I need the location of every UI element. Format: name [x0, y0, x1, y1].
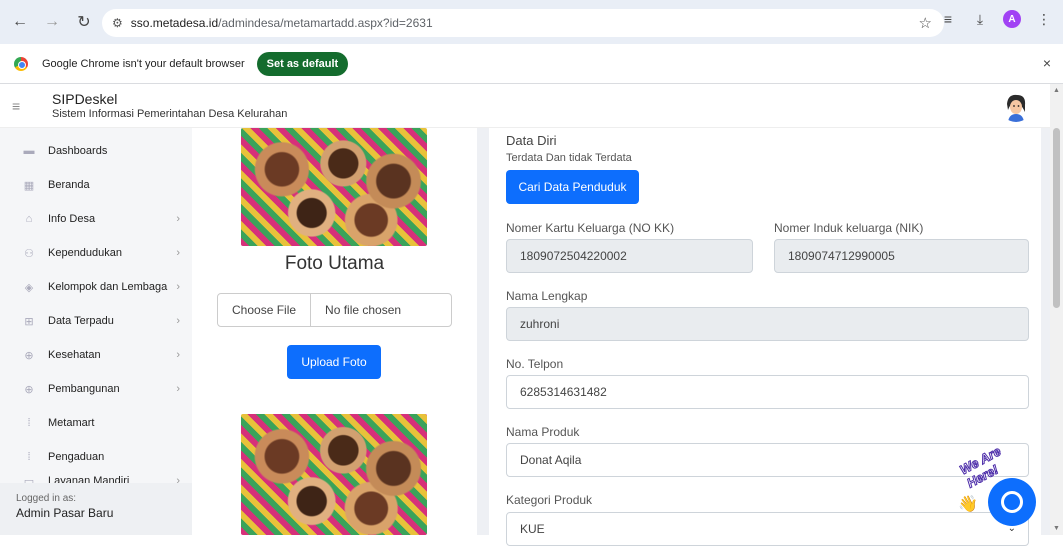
sidebar-item-kesehatan[interactable]: ⊕ Kesehatan ›	[0, 338, 192, 372]
back-icon[interactable]: ←	[8, 10, 32, 34]
logged-in-label: Logged in as:	[16, 493, 77, 504]
profile-avatar[interactable]: A	[1003, 10, 1021, 28]
nik-label: Nomer Induk keluarga (NIK)	[774, 221, 924, 235]
waving-hand-icon: 👋	[958, 496, 978, 513]
search-resident-button[interactable]: Cari Data Penduduk	[506, 170, 639, 204]
people-icon: ⚇	[24, 247, 34, 260]
main-photo-title: Foto Utama	[284, 253, 385, 274]
app-name: SIPDeskel	[52, 90, 118, 107]
dashboard-icon: ▬	[23, 145, 35, 157]
sidebar: ▬ Dashboards ▦ Beranda ⌂ Info Desa › ⚇ K…	[0, 128, 192, 535]
sidebar-item-label: Dashboards	[48, 145, 108, 157]
sidebar-item-data-terpadu[interactable]: ⊞ Data Terpadu ›	[0, 304, 192, 338]
globe-icon: ⊕	[24, 349, 34, 362]
scroll-up-arrow-icon[interactable]: ▲	[1053, 87, 1060, 94]
upload-photo-button[interactable]: Upload Foto	[287, 345, 381, 379]
sidebar-item-kependudukan[interactable]: ⚇ Kependudukan ›	[0, 236, 192, 270]
nama-produk-field[interactable]: Donat Aqila	[506, 443, 1029, 477]
form-card: Data Diri Terdata Dan tidak Terdata Cari…	[489, 128, 1041, 546]
nama-lengkap-label: Nama Lengkap	[506, 289, 588, 303]
site-settings-icon[interactable]: ⚙	[112, 16, 123, 30]
section-subtitle: Terdata Dan tidak Terdata	[506, 152, 632, 164]
chevron-right-icon: ›	[176, 315, 180, 327]
chevron-right-icon: ›	[176, 349, 180, 361]
secondary-photo-image	[241, 414, 427, 535]
nama-produk-label: Nama Produk	[506, 425, 580, 439]
sidebar-item-info-desa[interactable]: ⌂ Info Desa ›	[0, 202, 192, 236]
no-telpon-field[interactable]: 6285314631482	[506, 375, 1029, 409]
sidebar-item-label: Kependudukan	[48, 247, 123, 259]
set-as-default-button[interactable]: Set as default	[256, 51, 349, 76]
chat-bubble-icon	[1001, 491, 1023, 513]
forward-icon[interactable]: →	[40, 10, 64, 34]
page-scrollbar[interactable]: ▲ ▼	[1050, 84, 1063, 535]
default-browser-infobar: Google Chrome isn't your default browser…	[0, 44, 1063, 84]
url-text: sso.metadesa.id/admindesa/metamartadd.as…	[131, 16, 433, 30]
reload-icon[interactable]: ↻	[72, 10, 96, 34]
section-title: Data Diri	[506, 133, 557, 148]
main-photo-image	[241, 128, 427, 246]
organization-icon: ◈	[24, 281, 34, 294]
scrollbar-thumb[interactable]	[1053, 128, 1060, 308]
kategori-produk-select[interactable]: KUE ⌄	[506, 512, 1029, 546]
close-icon[interactable]: ×	[1043, 55, 1051, 71]
sidebar-item-metamart[interactable]: ⁞ Metamart	[0, 406, 192, 440]
choose-file-button[interactable]: Choose File	[218, 294, 312, 326]
chat-launcher-button[interactable]	[988, 478, 1036, 526]
nik-field[interactable]: 1809074712990005	[774, 239, 1029, 273]
sidebar-item-label: Pengaduan	[48, 451, 105, 463]
chevron-right-icon: ›	[176, 247, 180, 259]
sidebar-item-pembangunan[interactable]: ⊕ Pembangunan ›	[0, 372, 192, 406]
app-header: ≡ SIPDeskel Sistem Informasi Pemerintaha…	[0, 84, 1050, 128]
browser-toolbar: ← → ↻ ⚙ sso.metadesa.id/admindesa/metama…	[0, 0, 1063, 44]
sidebar-item-dashboards[interactable]: ▬ Dashboards	[0, 134, 192, 168]
chevron-right-icon: ›	[176, 213, 180, 225]
bar-chart-icon: ⁞	[27, 417, 31, 429]
file-status: No file chosen	[325, 303, 402, 317]
url-host: sso.metadesa.id	[130, 16, 219, 30]
app-subtitle: Sistem Informasi Pemerintahan Desa Kelur…	[52, 107, 288, 120]
photo-card: Foto Utama Choose File No file chosen Up…	[192, 128, 477, 535]
chrome-logo-icon	[14, 56, 28, 71]
grid-icon: ⊞	[24, 315, 34, 328]
logged-in-panel: Logged in as: Admin Pasar Baru	[0, 483, 192, 535]
infobar-message: Google Chrome isn't your default browser	[42, 57, 245, 70]
grid-icon: ▦	[23, 179, 35, 192]
sidebar-item-label: Beranda	[48, 179, 90, 191]
sidebar-item-beranda[interactable]: ▦ Beranda	[0, 168, 192, 202]
chevron-right-icon: ›	[176, 281, 180, 293]
globe-icon: ⊕	[24, 383, 34, 396]
user-avatar[interactable]	[1000, 90, 1032, 122]
kategori-produk-value: KUE	[520, 522, 545, 536]
sidebar-item-label: Kelompok dan Lembaga	[48, 281, 168, 293]
logged-in-user: Admin Pasar Baru	[16, 506, 114, 520]
tab-search-icon[interactable]: ≡	[939, 11, 957, 27]
hamburger-menu-icon[interactable]: ≡	[12, 98, 28, 114]
sidebar-item-label: Data Terpadu	[48, 315, 114, 327]
nama-lengkap-field[interactable]: zuhroni	[506, 307, 1029, 341]
kategori-produk-label: Kategori Produk	[506, 493, 593, 507]
bar-chart-icon: ⁞	[27, 451, 31, 463]
no-telpon-label: No. Telpon	[506, 357, 564, 371]
main-content: Foto Utama Choose File No file chosen Up…	[192, 128, 1050, 546]
scroll-down-arrow-icon[interactable]: ▼	[1053, 525, 1060, 532]
browser-actions: ≡ ⤓ A ⋮	[939, 10, 1053, 28]
url-path: /admindesa/metamartadd.aspx?id=2631	[218, 16, 433, 30]
sidebar-item-label: Metamart	[48, 417, 95, 429]
download-icon[interactable]: ⤓	[971, 11, 989, 28]
sidebar-item-label: Kesehatan	[48, 349, 101, 361]
chrome-menu-icon[interactable]: ⋮	[1035, 11, 1053, 28]
no-kk-label: Nomer Kartu Keluarga (NO KK)	[506, 221, 675, 235]
address-bar[interactable]: ⚙ sso.metadesa.id/admindesa/metamartadd.…	[102, 9, 944, 37]
sidebar-item-label: Pembangunan	[48, 383, 120, 395]
no-kk-field[interactable]: 1809072504220002	[506, 239, 753, 273]
chevron-right-icon: ›	[176, 383, 180, 395]
file-input[interactable]: Choose File No file chosen	[217, 293, 452, 327]
sidebar-item-label: Info Desa	[48, 213, 96, 225]
sidebar-item-kelompok-lembaga[interactable]: ◈ Kelompok dan Lembaga ›	[0, 270, 192, 304]
brand: SIPDeskel Sistem Informasi Pemerintahan …	[52, 91, 287, 121]
building-icon: ⌂	[25, 213, 33, 225]
bookmark-star-icon[interactable]: ☆	[919, 14, 932, 32]
